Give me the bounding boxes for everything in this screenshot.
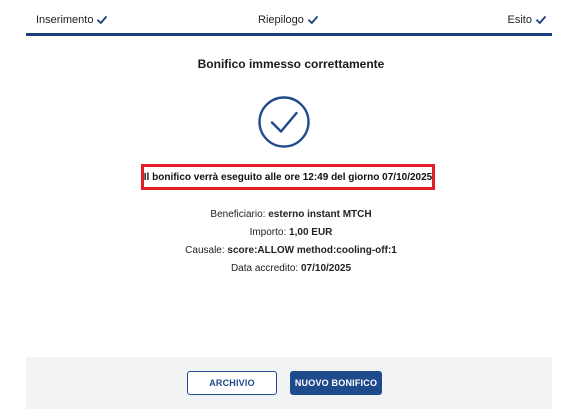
- result-title: Bonifico immesso correttamente: [197, 57, 385, 71]
- step-label: Esito: [507, 14, 532, 26]
- stepper-progress-bar: [26, 33, 552, 36]
- action-footer: ARCHIVIO NUOVO BONIFICO: [26, 357, 552, 409]
- archive-button[interactable]: ARCHIVIO: [187, 371, 277, 395]
- beneficiary-label: Beneficiario:: [210, 209, 266, 220]
- progress-stepper: Inserimento Riepilogo Esito: [26, 0, 552, 38]
- detail-row-credit-date: Data accredito: 07/10/2025: [0, 260, 582, 278]
- step-label: Inserimento: [36, 14, 94, 26]
- checkmark-icon: [536, 16, 546, 24]
- execution-message: Il bonifico verrà eseguito alle ore 12:4…: [143, 171, 433, 183]
- check-circle-icon: [258, 96, 310, 148]
- step-inserimento: Inserimento: [36, 14, 108, 26]
- detail-row-beneficiary: Beneficiario: esterno instant MTCH: [0, 206, 582, 224]
- new-transfer-button[interactable]: NUOVO BONIFICO: [290, 371, 382, 395]
- amount-label: Importo:: [249, 227, 287, 238]
- execution-message-box: Il bonifico verrà eseguito alle ore 12:4…: [141, 164, 435, 190]
- transfer-result-page: Inserimento Riepilogo Esito Bonifico imm…: [0, 0, 582, 418]
- amount-value: 1,00 EUR: [289, 227, 333, 238]
- checkmark-icon: [97, 16, 108, 24]
- step-label: Riepilogo: [258, 14, 304, 26]
- detail-row-reason: Causale: score:ALLOW method:cooling-off:…: [0, 242, 582, 260]
- reason-label: Causale:: [185, 245, 225, 256]
- beneficiary-value: esterno instant MTCH: [268, 209, 372, 220]
- step-riepilogo: Riepilogo: [258, 14, 318, 26]
- checkmark-icon: [307, 16, 318, 24]
- step-esito: Esito: [508, 14, 546, 26]
- reason-value: score:ALLOW method:cooling-off:1: [227, 245, 397, 256]
- transfer-details: Beneficiario: esterno instant MTCH Impor…: [0, 206, 582, 278]
- credit-date-value: 07/10/2025: [300, 263, 352, 274]
- detail-row-amount: Importo: 1,00 EUR: [0, 224, 582, 242]
- credit-date-label: Data accredito:: [230, 263, 299, 274]
